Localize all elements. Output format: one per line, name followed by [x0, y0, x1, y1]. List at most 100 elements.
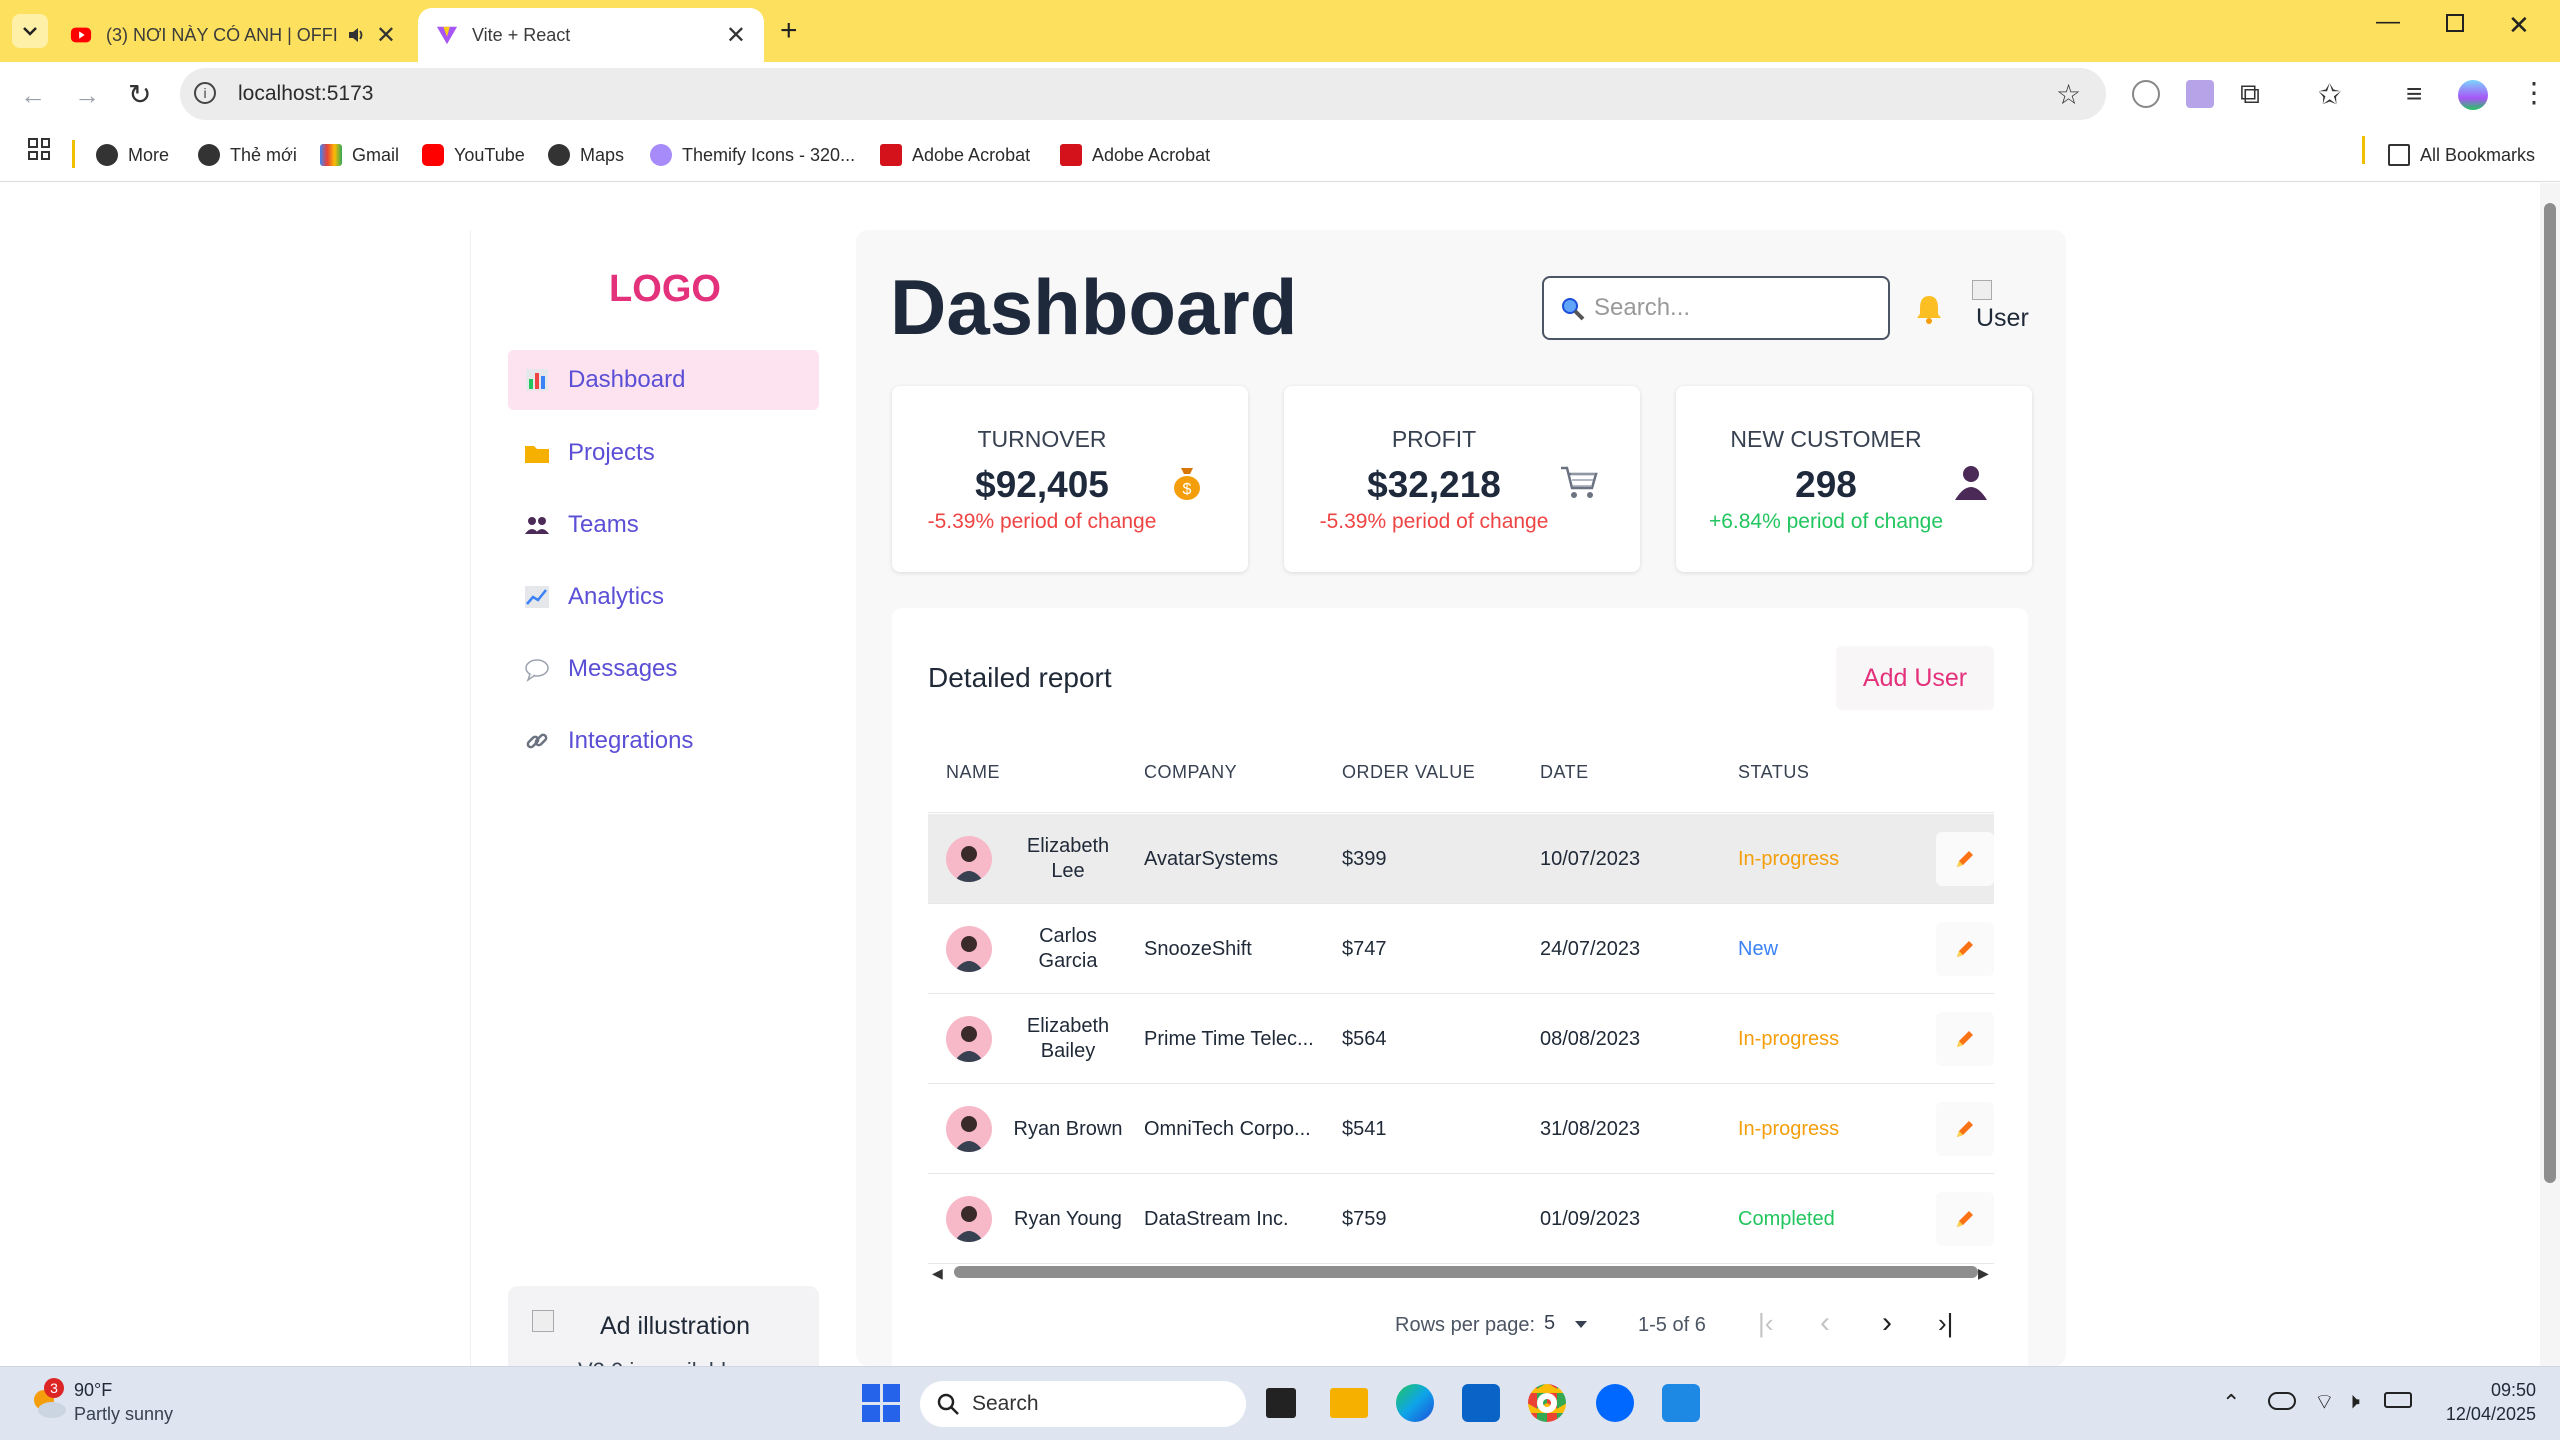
close-tab-icon[interactable]: ✕ — [376, 21, 396, 50]
column-header-date[interactable]: DATE — [1540, 762, 1589, 783]
tab-search-button[interactable] — [12, 14, 48, 48]
bookmark-acrobat-2[interactable]: Adobe Acrobat — [1060, 140, 1210, 170]
column-header-status[interactable]: STATUS — [1738, 762, 1809, 783]
add-user-button[interactable]: Add User — [1836, 646, 1994, 710]
task-view-icon[interactable] — [1260, 1382, 1302, 1424]
edge-icon[interactable] — [1394, 1382, 1436, 1424]
globe-icon — [548, 144, 570, 166]
forward-icon[interactable]: → — [74, 80, 100, 111]
weather-widget[interactable]: 3 — [28, 1378, 68, 1422]
clock-time[interactable]: 09:50 — [2440, 1380, 2536, 1401]
scrollbar-thumb[interactable] — [2544, 203, 2556, 1183]
edit-button[interactable] — [1936, 1102, 1994, 1156]
last-page-icon[interactable]: ›| — [1938, 1308, 1953, 1339]
close-window-icon[interactable]: ✕ — [2508, 10, 2530, 41]
file-explorer-icon[interactable] — [1328, 1382, 1370, 1424]
clock-date[interactable]: 12/04/2025 — [2410, 1404, 2536, 1425]
bookmark-new-tab[interactable]: Thẻ mới — [198, 140, 297, 170]
restore-icon[interactable] — [2446, 14, 2464, 32]
close-tab-icon[interactable]: ✕ — [726, 21, 746, 50]
battery-icon[interactable] — [2384, 1392, 2412, 1408]
rows-per-page-select[interactable]: 5 — [1544, 1312, 1594, 1342]
media-control-icon[interactable]: ≡ — [2406, 78, 2422, 110]
search-input[interactable]: Search... — [1542, 276, 1890, 340]
volume-icon[interactable]: 🕨 — [2346, 1388, 2360, 1414]
bookmark-acrobat-1[interactable]: Adobe Acrobat — [880, 140, 1030, 170]
edit-button[interactable] — [1936, 922, 1994, 976]
favorites-icon[interactable]: ✩ — [2318, 78, 2341, 111]
puzzle-extensions-icon[interactable]: ⧉ — [2240, 78, 2260, 111]
new-tab-icon[interactable]: + — [780, 14, 798, 48]
table-row[interactable]: Ryan Brown OmniTech Corpo... $541 31/08/202… — [928, 1084, 1994, 1174]
all-bookmarks[interactable]: All Bookmarks — [2388, 140, 2535, 170]
tray-chevron-up-icon[interactable]: ⌃ — [2222, 1390, 2240, 1416]
sidebar-item-label: Messages — [568, 655, 678, 682]
edit-button[interactable] — [1936, 832, 1994, 886]
onedrive-icon[interactable] — [2268, 1392, 2296, 1410]
card-label: PROFIT — [1391, 426, 1477, 452]
table-row[interactable]: Carlos Garcia SnoozeShift $747 24/07/2023 Ne… — [928, 904, 1994, 994]
site-info-icon[interactable]: i — [194, 82, 216, 104]
prev-page-icon[interactable]: ‹ — [1820, 1306, 1830, 1340]
avatar — [946, 836, 992, 882]
vscode-icon[interactable] — [1660, 1382, 1702, 1424]
minimize-icon[interactable]: — — [2376, 8, 2400, 36]
sidebar-item-teams[interactable]: Teams — [508, 495, 819, 555]
menu-kebab-icon[interactable]: ⋮ — [2520, 76, 2548, 109]
folder-icon — [2388, 144, 2410, 166]
avatar — [946, 1106, 992, 1152]
sidebar-item-messages[interactable]: Messages — [508, 639, 819, 699]
bell-icon[interactable] — [1916, 294, 1942, 324]
url-bar[interactable]: localhost:5173 — [180, 68, 2106, 120]
outlook-icon[interactable] — [1460, 1382, 1502, 1424]
logo[interactable]: LOGO — [470, 268, 860, 311]
sidebar-item-dashboard[interactable]: Dashboard — [508, 350, 819, 410]
bookmark-more[interactable]: More — [96, 140, 169, 170]
first-page-icon[interactable]: |‹ — [1758, 1308, 1773, 1339]
sidebar-item-integrations[interactable]: Integrations — [508, 711, 819, 771]
edit-button[interactable] — [1936, 1192, 1994, 1246]
bookmark-star-icon[interactable]: ☆ — [2056, 78, 2081, 111]
zalo-icon[interactable] — [1594, 1382, 1636, 1424]
sidebar-item-analytics[interactable]: Analytics — [508, 567, 819, 627]
bookmark-youtube[interactable]: YouTube — [422, 140, 525, 170]
table-row[interactable]: Ryan Young DataStream Inc. $759 01/09/2023 C… — [928, 1174, 1994, 1264]
table-horizontal-scrollbar[interactable]: ◀ ▶ — [928, 1262, 1994, 1282]
edit-button[interactable] — [1936, 1012, 1994, 1066]
ad-image-alt: Ad illustration — [600, 1312, 751, 1340]
tab-vite-react[interactable]: Vite + React ✕ — [418, 8, 764, 62]
stat-card-profit: PROFIT $32,218 -5.39% period of change — [1284, 386, 1640, 572]
reload-icon[interactable]: ↻ — [128, 78, 151, 111]
scroll-left-icon[interactable]: ◀ — [932, 1265, 943, 1282]
scrollbar-thumb[interactable] — [954, 1266, 1978, 1278]
apps-grid-icon[interactable] — [28, 138, 50, 160]
column-header-name[interactable]: NAME — [946, 762, 1000, 783]
page-scrollbar[interactable] — [2540, 183, 2560, 1366]
bookmark-gmail[interactable]: Gmail — [320, 140, 399, 170]
bookmark-themify[interactable]: Themify Icons - 320... — [650, 140, 855, 170]
scroll-right-icon[interactable]: ▶ — [1978, 1265, 1989, 1282]
speaker-icon[interactable] — [346, 25, 366, 45]
wifi-icon[interactable]: ⌔ — [2314, 1388, 2335, 1416]
card-change: +6.84% period of change — [1708, 510, 1944, 533]
chrome-icon[interactable] — [1526, 1382, 1568, 1424]
sidebar-item-projects[interactable]: Projects — [508, 423, 819, 483]
bookmark-divider — [72, 140, 75, 168]
tab-youtube[interactable]: (3) NƠI NÀY CÓ ANH | OFFI ✕ — [52, 8, 414, 62]
next-page-icon[interactable]: › — [1882, 1306, 1892, 1340]
compass-extension-icon[interactable] — [2132, 80, 2160, 108]
taskbar-search[interactable]: Search — [920, 1381, 1246, 1427]
extension-icon[interactable] — [2186, 80, 2214, 108]
stat-card-turnover: TURNOVER $92,405 -5.39% period of change… — [892, 386, 1248, 572]
bookmark-label: Thẻ mới — [230, 144, 297, 165]
table-row[interactable]: Elizabeth Lee AvatarSystems $399 10/07/2023… — [928, 814, 1994, 904]
profile-avatar[interactable] — [2458, 80, 2488, 110]
column-header-company[interactable]: COMPANY — [1144, 762, 1237, 783]
windows-start-icon[interactable] — [862, 1384, 900, 1422]
table-row[interactable]: Elizabeth Bailey Prime Time Telec... $564 0… — [928, 994, 1994, 1084]
bookmark-maps[interactable]: Maps — [548, 140, 624, 170]
column-header-order-value[interactable]: ORDER VALUE — [1342, 762, 1475, 783]
back-icon[interactable]: ← — [20, 80, 46, 111]
cell-value: $747 — [1342, 937, 1387, 960]
avatar[interactable]: User — [1972, 280, 2032, 340]
